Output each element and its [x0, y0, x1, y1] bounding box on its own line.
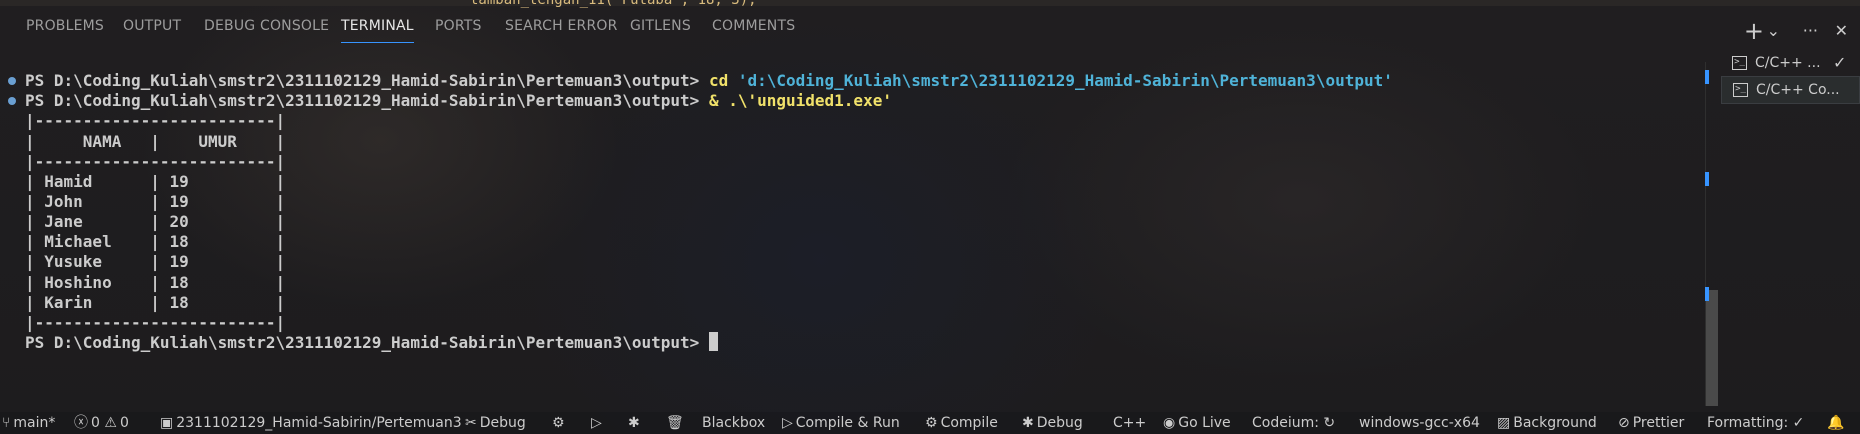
- panel-tab-bar: PROBLEMS OUTPUT DEBUG CONSOLE TERMINAL P…: [0, 6, 1860, 52]
- command-success-icon[interactable]: [8, 97, 16, 105]
- debug-status[interactable]: ✂ Debug: [465, 412, 526, 434]
- project-status[interactable]: ▣ 2311102129_Hamid-Sabirin/Pertemuan3: [160, 412, 462, 434]
- terminal-instance-label: C/C++ ...: [1755, 55, 1821, 71]
- output-line: | Hamid | 19 |: [25, 172, 286, 191]
- background-label: Background: [1513, 415, 1597, 431]
- tab-output[interactable]: OUTPUT: [123, 18, 181, 34]
- new-terminal-icon[interactable]: +: [1744, 19, 1764, 44]
- trash-icon[interactable]: 🗑: [666, 412, 684, 434]
- play-icon: ▷: [782, 415, 793, 431]
- more-actions-icon[interactable]: ···: [1803, 20, 1818, 44]
- background-status[interactable]: ▨ Background: [1497, 412, 1597, 434]
- sync-icon: ↻: [1323, 415, 1336, 431]
- output-line: | NAMA | UMUR |: [25, 132, 286, 151]
- output-line: |-------------------------|: [25, 152, 286, 171]
- language-status[interactable]: C++: [1113, 412, 1146, 434]
- formatting-status[interactable]: Formatting: ✓: [1707, 412, 1804, 434]
- tab-search-error[interactable]: SEARCH ERROR: [505, 18, 618, 34]
- prompt-text: PS D:\Coding_Kuliah\smstr2\2311102129_Ha…: [25, 91, 709, 110]
- command-keyword: cd: [708, 71, 738, 90]
- bug-icon[interactable]: ✱: [628, 412, 640, 434]
- command-argument: 'd:\Coding_Kuliah\smstr2\2311102129_Hami…: [737, 71, 1393, 90]
- tab-terminal[interactable]: TERMINAL: [341, 18, 414, 43]
- output-line: |-------------------------|: [25, 313, 286, 332]
- scroll-marker: [1705, 70, 1709, 84]
- codeium-status[interactable]: Codeium: ↻: [1252, 412, 1338, 434]
- output-line: | John | 19 |: [25, 192, 286, 211]
- notifications-icon[interactable]: 🔔: [1827, 412, 1844, 434]
- compile-button[interactable]: ⚙ Compile: [925, 412, 998, 434]
- debug-label: Debug: [1036, 415, 1083, 431]
- scroll-marker: [1705, 172, 1709, 186]
- output-line: |-------------------------|: [25, 111, 286, 130]
- scroll-marker: [1705, 287, 1709, 301]
- run-icon[interactable]: ▷: [591, 412, 602, 434]
- terminal-output[interactable]: PS D:\Coding_Kuliah\smstr2\2311102129_Ha…: [0, 62, 1705, 412]
- problems-status[interactable]: ⓧ 0 ⚠ 0: [74, 412, 129, 434]
- go-live-button[interactable]: ◉ Go Live: [1163, 412, 1231, 434]
- close-panel-icon[interactable]: ✕: [1835, 20, 1848, 44]
- prettier-icon: ⊘: [1618, 415, 1630, 431]
- output-line: | Yusuke | 19 |: [25, 252, 286, 271]
- terminal-line-1: PS D:\Coding_Kuliah\smstr2\2311102129_Ha…: [25, 70, 1393, 92]
- command-keyword: & .\: [708, 91, 748, 110]
- codeium-label: Codeium:: [1252, 415, 1319, 431]
- error-count: 0: [91, 415, 100, 431]
- branch-icon: ⑂: [2, 415, 11, 431]
- compile-run-button[interactable]: ▷ Compile & Run: [782, 412, 900, 434]
- output-line: | Hoshino | 18 |: [25, 273, 286, 292]
- terminal-instance[interactable]: >_ C/C++ ... ✓: [1721, 50, 1860, 76]
- bug-icon: ✱: [1022, 415, 1034, 431]
- terminal-line-2: PS D:\Coding_Kuliah\smstr2\2311102129_Ha…: [25, 90, 892, 112]
- terminal-instance-label: C/C++ Co...: [1756, 82, 1840, 98]
- terminal-prompt-line: PS D:\Coding_Kuliah\smstr2\2311102129_Ha…: [25, 332, 718, 354]
- terminal-cursor: [708, 332, 718, 351]
- command-argument: 'unguided1.exe': [747, 91, 892, 110]
- image-icon: ▨: [1497, 415, 1511, 431]
- output-line: | Michael | 18 |: [25, 232, 286, 251]
- output-line: | Karin | 18 |: [25, 293, 286, 312]
- prettier-status[interactable]: ⊘ Prettier: [1618, 412, 1684, 434]
- compile-run-label: Compile & Run: [795, 415, 900, 431]
- blackbox-status[interactable]: Blackbox: [702, 412, 765, 434]
- tab-comments[interactable]: COMMENTS: [712, 18, 795, 34]
- tools-icon: ✂: [465, 415, 477, 431]
- terminal-scrollbar[interactable]: [1706, 290, 1718, 406]
- tab-problems[interactable]: PROBLEMS: [26, 18, 104, 34]
- terminal-icon: >_: [1732, 56, 1747, 70]
- warning-count: 0: [119, 415, 129, 431]
- warning-icon: ⚠: [104, 415, 117, 431]
- compiler-status[interactable]: windows-gcc-x64: [1359, 412, 1480, 434]
- tab-gitlens[interactable]: GITLENS: [630, 18, 691, 34]
- terminal-list: >_ C/C++ ... ✓ >_ C/C++ Co...: [1721, 50, 1860, 104]
- compile-label: Compile: [940, 415, 998, 431]
- settings-icon[interactable]: ⚙: [552, 412, 565, 434]
- branch-label: main*: [13, 415, 56, 431]
- terminal-icon: >_: [1733, 83, 1748, 97]
- error-icon: ⓧ: [74, 415, 88, 431]
- status-bar: ⑂ main* ⓧ 0 ⚠ 0 ▣ 2311102129_Hamid-Sabirin/P…: [0, 412, 1860, 434]
- tab-debug-console[interactable]: DEBUG CONSOLE: [204, 18, 329, 34]
- gear-icon: ⚙: [925, 415, 938, 431]
- prompt-text: PS D:\Coding_Kuliah\smstr2\2311102129_Ha…: [25, 333, 709, 352]
- output-line: | Jane | 20 |: [25, 212, 286, 231]
- chevron-down-icon[interactable]: ⌄: [1767, 20, 1780, 44]
- prettier-label: Prettier: [1632, 415, 1685, 431]
- debug-label: Debug: [479, 415, 526, 431]
- folder-icon: ▣: [160, 415, 174, 431]
- go-live-label: Go Live: [1178, 415, 1231, 431]
- tab-ports[interactable]: PORTS: [435, 18, 482, 34]
- check-icon: ✓: [1833, 53, 1847, 72]
- branch-status[interactable]: ⑂ main*: [2, 412, 55, 434]
- command-success-icon[interactable]: [8, 77, 16, 85]
- terminal-instance[interactable]: >_ C/C++ Co...: [1721, 76, 1860, 104]
- project-label: 2311102129_Hamid-Sabirin/Pertemuan3: [176, 415, 462, 431]
- debug-button[interactable]: ✱ Debug: [1022, 412, 1083, 434]
- prompt-text: PS D:\Coding_Kuliah\smstr2\2311102129_Ha…: [25, 71, 709, 90]
- broadcast-icon: ◉: [1163, 415, 1176, 431]
